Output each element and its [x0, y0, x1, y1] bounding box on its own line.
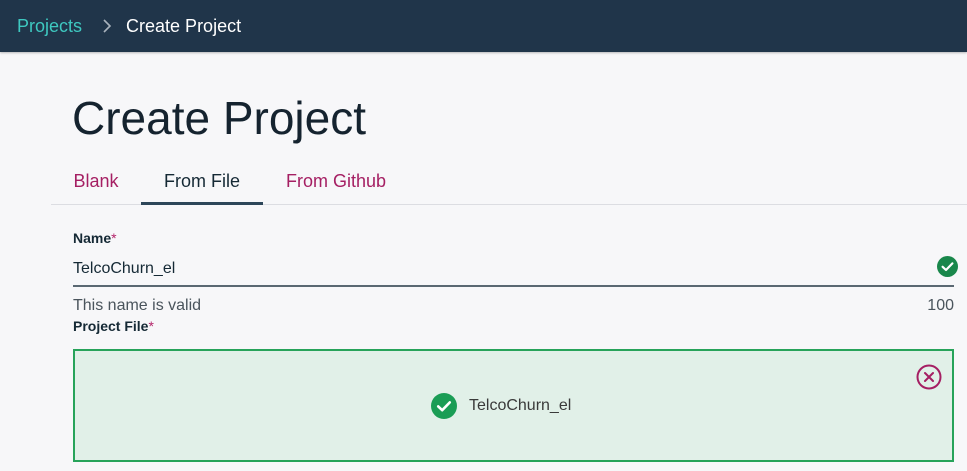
project-source-tabs: Blank From File From Github [51, 160, 967, 205]
project-file-label: Project File* [73, 318, 154, 334]
name-field-label: Name* [73, 230, 117, 246]
project-file-dropzone[interactable]: TelcoChurn_el [73, 349, 954, 462]
uploaded-file-name: TelcoChurn_el [469, 397, 572, 414]
tab-from-github[interactable]: From Github [285, 160, 387, 202]
chevron-right-icon [100, 19, 114, 33]
check-circle-icon [431, 393, 457, 419]
uploaded-file-entry: TelcoChurn_el [431, 393, 571, 419]
tab-from-file[interactable]: From File [141, 160, 263, 205]
breadcrumb-current: Create Project [126, 15, 242, 36]
name-char-counter: 100 [927, 297, 954, 314]
project-name-input[interactable] [73, 253, 954, 287]
page-title: Create Project [72, 92, 367, 144]
close-circle-icon[interactable] [916, 364, 942, 390]
check-circle-icon [937, 256, 958, 277]
breadcrumb-projects-link[interactable]: Projects [17, 16, 82, 37]
top-header-bar: Projects Create Project [0, 0, 967, 52]
project-file-label-text: Project File [73, 318, 149, 334]
name-label-text: Name [73, 230, 112, 246]
required-marker: * [111, 230, 117, 246]
required-marker: * [148, 318, 154, 334]
tab-blank[interactable]: Blank [73, 160, 119, 202]
name-helper-text: This name is valid [73, 297, 202, 314]
